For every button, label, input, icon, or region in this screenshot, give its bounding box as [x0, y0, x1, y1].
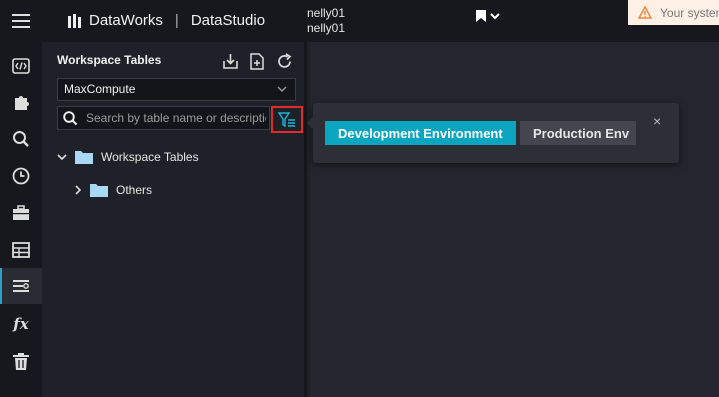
rail-history-button[interactable]	[0, 158, 42, 194]
list-filter-icon	[13, 280, 29, 292]
chevron-down-icon	[277, 79, 287, 100]
close-icon[interactable]: ×	[653, 113, 661, 129]
rail-functions-button[interactable]: fx	[0, 306, 42, 342]
user-info[interactable]: nelly01 nelly01	[307, 6, 345, 36]
environment-popover: Development Environment Production Env ×	[307, 103, 679, 163]
engine-select-value: MaxCompute	[64, 82, 136, 96]
warning-text: Your system	[660, 5, 719, 20]
bookmark-dropdown[interactable]	[476, 10, 500, 22]
tree-node-others[interactable]: Others	[74, 183, 152, 197]
chevron-down-icon	[57, 154, 67, 161]
create-table-button[interactable]	[247, 51, 267, 71]
main-editor-area	[310, 42, 719, 397]
development-environment-button[interactable]: Development Environment	[325, 121, 516, 145]
clock-icon	[12, 167, 30, 185]
search-icon	[63, 110, 78, 125]
rail-search-button[interactable]	[0, 121, 42, 157]
module-name: DataStudio	[190, 12, 266, 29]
import-icon	[222, 53, 238, 69]
brand-separator: |	[174, 12, 179, 29]
folder-icon	[75, 151, 93, 164]
search-icon	[13, 131, 29, 147]
puzzle-icon	[15, 96, 29, 110]
filter-icon	[278, 111, 295, 127]
import-table-button[interactable]	[220, 51, 240, 71]
new-file-icon	[250, 52, 264, 70]
rail-workspace-tables-button[interactable]	[0, 268, 42, 304]
rail-code-button[interactable]	[0, 48, 42, 84]
warning-icon	[638, 6, 652, 19]
trash-icon	[13, 353, 29, 370]
system-warning-banner[interactable]: Your system	[628, 0, 719, 25]
tree-node-workspace-tables[interactable]: Workspace Tables	[57, 150, 199, 164]
bookmark-icon	[476, 10, 486, 22]
top-bar: DataWorks | DataStudio nelly01 nelly01 Y…	[0, 0, 719, 42]
refresh-button[interactable]	[274, 51, 294, 71]
table-search-input[interactable]	[86, 111, 266, 125]
environment-filter-button[interactable]	[271, 106, 303, 133]
left-navigation-rail: fx	[0, 42, 42, 397]
code-icon	[12, 58, 30, 74]
rail-table-button[interactable]	[0, 232, 42, 268]
toolbox-icon	[13, 205, 29, 220]
folder-icon	[90, 184, 108, 197]
chevron-right-icon	[75, 185, 82, 195]
production-environment-button[interactable]: Production Env	[520, 121, 636, 145]
table-search-box	[57, 106, 270, 130]
refresh-icon	[277, 52, 291, 68]
brand-name: DataWorks	[89, 12, 163, 29]
tree-node-label: Workspace Tables	[101, 150, 199, 164]
user-name: nelly01	[307, 6, 346, 20]
hamburger-menu-button[interactable]	[0, 0, 42, 42]
user-account: nelly01	[307, 21, 346, 35]
dataworks-logo-icon	[68, 13, 81, 28]
rail-recycle-bin-button[interactable]	[0, 344, 42, 380]
hamburger-icon	[12, 14, 30, 28]
workspace-tables-panel: Workspace Tables MaxCompute Workspace Ta…	[46, 42, 307, 397]
app-logo[interactable]: DataWorks | DataStudio	[67, 12, 265, 29]
engine-select[interactable]: MaxCompute	[57, 78, 296, 101]
chevron-down-icon	[490, 13, 500, 20]
rail-components-button[interactable]	[0, 84, 42, 120]
fx-icon: fx	[13, 315, 29, 333]
panel-title: Workspace Tables	[57, 53, 162, 67]
tree-node-label: Others	[116, 183, 153, 197]
rail-toolbox-button[interactable]	[0, 195, 42, 231]
table-icon	[12, 242, 30, 258]
